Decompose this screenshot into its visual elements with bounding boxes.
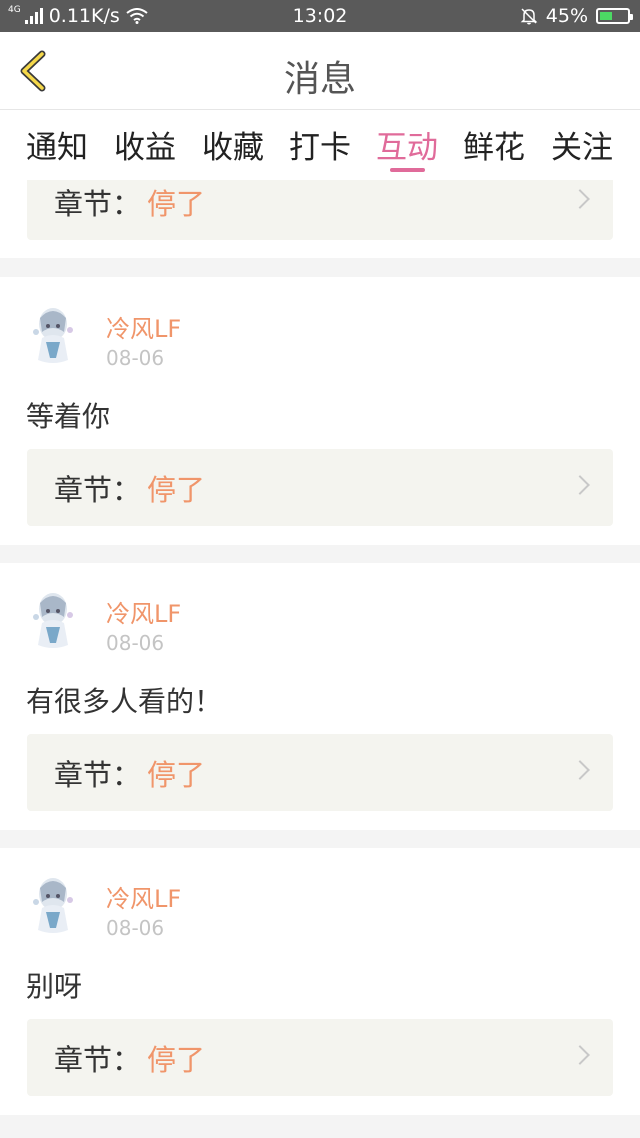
chapter-link[interactable]: 章节： 停了 bbox=[27, 1019, 613, 1096]
username[interactable]: 冷风LF bbox=[106, 594, 181, 629]
chevron-right-icon bbox=[570, 189, 590, 209]
message-text: 等着你 bbox=[26, 400, 111, 433]
tab-notice[interactable]: 通知 bbox=[26, 122, 88, 167]
tab-interaction[interactable]: 互动 bbox=[376, 122, 438, 167]
message-card: 冷风LF 08-06 等着你 章节： 停了 bbox=[0, 277, 640, 545]
chapter-title: 停了 bbox=[147, 758, 206, 792]
chapter-label: 章节： bbox=[54, 758, 142, 792]
chevron-right-icon bbox=[570, 760, 590, 780]
status-bar: 4G 0.11K/s 13:02 45% bbox=[0, 0, 640, 32]
username[interactable]: 冷风LF bbox=[106, 309, 181, 344]
chapter-link[interactable]: 章节： 停了 bbox=[27, 734, 613, 811]
page-title: 消息 bbox=[283, 59, 356, 100]
tab-bar: 通知 收益 收藏 打卡 互动 鲜花 关注 bbox=[0, 110, 640, 180]
bell-muted-icon bbox=[520, 8, 538, 25]
tab-flowers[interactable]: 鲜花 bbox=[463, 122, 525, 167]
header: 消息 bbox=[0, 32, 640, 110]
status-right: 45% bbox=[520, 5, 633, 27]
chapter-link[interactable]: 章节： 停了 bbox=[27, 449, 613, 526]
chapter-title: 停了 bbox=[147, 187, 206, 221]
active-tab-indicator bbox=[390, 168, 425, 172]
avatar[interactable] bbox=[26, 302, 80, 368]
message-text: 别呀 bbox=[26, 970, 83, 1003]
battery-percent: 45% bbox=[545, 5, 588, 27]
message-date: 08-06 bbox=[106, 916, 165, 940]
chapter-label: 章节： bbox=[54, 1043, 142, 1077]
username[interactable]: 冷风LF bbox=[106, 879, 181, 914]
chevron-right-icon bbox=[570, 475, 590, 495]
chapter-title: 停了 bbox=[147, 473, 206, 507]
message-card: 冷风LF 08-06 有很多人看的！ 章节： 停了 bbox=[0, 563, 640, 830]
chapter-label: 章节： bbox=[54, 473, 142, 507]
message-text: 有很多人看的！ bbox=[26, 685, 223, 718]
tab-favorites[interactable]: 收藏 bbox=[202, 122, 264, 167]
chapter-label: 章节： bbox=[54, 187, 142, 221]
chapter-link[interactable]: 章节： 停了 bbox=[27, 180, 613, 240]
avatar[interactable] bbox=[26, 872, 80, 938]
chapter-title: 停了 bbox=[147, 1043, 206, 1077]
message-date: 08-06 bbox=[106, 346, 165, 370]
message-date: 08-06 bbox=[106, 631, 165, 655]
tab-checkin[interactable]: 打卡 bbox=[289, 122, 351, 167]
chevron-right-icon bbox=[570, 1045, 590, 1065]
tab-earnings[interactable]: 收益 bbox=[114, 122, 176, 167]
battery-icon bbox=[596, 8, 633, 24]
tab-following[interactable]: 关注 bbox=[551, 122, 613, 167]
message-list[interactable]: 章节： 停了 冷风LF 08-06 等着你 章节： 停了 冷风LF 08-06 … bbox=[0, 180, 640, 1138]
message-card: 冷风LF 08-06 别呀 章节： 停了 bbox=[0, 848, 640, 1115]
avatar[interactable] bbox=[26, 587, 80, 653]
message-card-partial: 章节： 停了 bbox=[0, 180, 640, 258]
